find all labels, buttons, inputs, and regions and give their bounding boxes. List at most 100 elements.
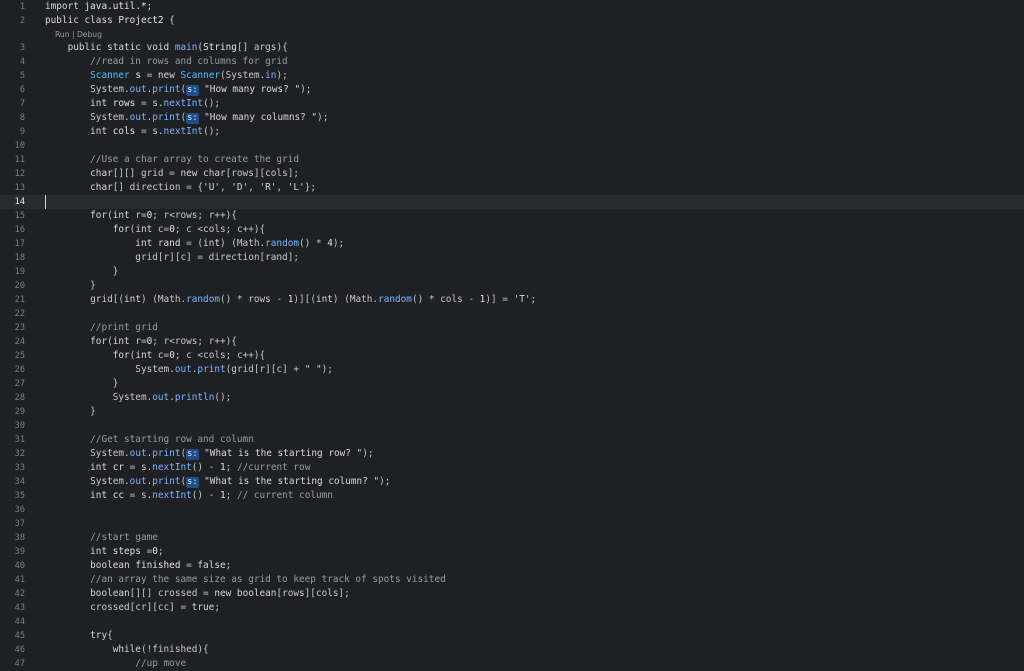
code-token: cc	[112, 490, 125, 501]
code-line[interactable]: 36	[0, 503, 1024, 517]
code-token: main	[174, 42, 198, 53]
code-line[interactable]: 35 int cc = s.nextInt() - 1; // current …	[0, 489, 1024, 503]
code-token: ;	[225, 560, 232, 571]
code-line[interactable]: 10	[0, 139, 1024, 153]
code-line[interactable]: 13 char[] direction = {'U', 'D', 'R', 'L…	[0, 181, 1024, 195]
code-line[interactable]: 34 System.out.print(s: "What is the star…	[0, 475, 1024, 489]
code-line[interactable]: 37	[0, 517, 1024, 531]
code-token: out	[174, 364, 192, 375]
code-line[interactable]: 26 System.out.print(grid[r][c] + " ");	[0, 363, 1024, 377]
code-token: ;	[157, 546, 164, 557]
code-line[interactable]: 33 int cr = s.nextInt() - 1; //current r…	[0, 461, 1024, 475]
line-number: 22	[14, 309, 25, 319]
code-line[interactable]: 17 int rand = (int) (Math.random() * 4);	[0, 237, 1024, 251]
code-token: //print grid	[45, 322, 158, 333]
code-token: import	[45, 1, 85, 12]
code-line[interactable]: 40 boolean finished = false;	[0, 559, 1024, 573]
line-number: 9	[19, 127, 25, 137]
code-line[interactable]: 22	[0, 307, 1024, 321]
codelens-run-debug[interactable]: Run | Debug	[55, 29, 102, 41]
code-token: out	[129, 84, 147, 95]
code-token: println	[174, 392, 215, 403]
code-text: int cr = s.nextInt() - 1; //current row	[45, 461, 310, 475]
code-token: () * cols -	[411, 294, 480, 305]
code-token: Scanner	[45, 70, 136, 81]
code-token: //Get starting row and column	[45, 434, 254, 445]
code-line[interactable]: 18 grid[r][c] = direction[rand];	[0, 251, 1024, 265]
code-token: ,	[219, 182, 232, 193]
code-line[interactable]: 31 //Get starting row and column	[0, 433, 1024, 447]
code-line[interactable]: 43 crossed[cr][cc] = true;	[0, 601, 1024, 615]
code-token: {	[107, 630, 113, 641]
code-token: new	[157, 70, 181, 81]
code-line[interactable]: 46 while(!finished){	[0, 643, 1024, 657]
code-line[interactable]: 5 Scanner s = new Scanner(System.in);	[0, 69, 1024, 83]
code-line[interactable]: 32 System.out.print(s: "What is the star…	[0, 447, 1024, 461]
parameter-hint: s:	[186, 113, 199, 124]
code-token: int	[203, 238, 220, 249]
code-line[interactable]: 38 //start game	[0, 531, 1024, 545]
code-text: //Get starting row and column	[45, 433, 254, 447]
code-line[interactable]: 14	[0, 195, 1024, 209]
code-token: false	[197, 560, 226, 571]
code-token: [][] crossed =	[129, 588, 215, 599]
code-line[interactable]: 21 grid[(int) (Math.random() * rows - 1)…	[0, 293, 1024, 307]
code-token: new boolean	[214, 588, 277, 599]
code-token: out	[129, 112, 147, 123]
code-line[interactable]: 16 for(int c=0; c <cols; c++){	[0, 223, 1024, 237]
line-number: 43	[14, 603, 25, 613]
code-line[interactable]: 15 for(int r=0; r<rows; r++){	[0, 209, 1024, 223]
code-token: Project2	[118, 15, 164, 26]
code-token: // current column	[236, 490, 333, 501]
line-number: 25	[14, 351, 25, 361]
code-line[interactable]: 20 }	[0, 279, 1024, 293]
code-line[interactable]: 11 //Use a char array to create the grid	[0, 153, 1024, 167]
code-line[interactable]: 12 char[][] grid = new char[rows][cols];	[0, 167, 1024, 181]
code-token: c=	[157, 224, 170, 235]
code-line[interactable]: 27 }	[0, 377, 1024, 391]
code-line[interactable]: 8 System.out.print(s: "How many columns?…	[0, 111, 1024, 125]
code-token: [rows][cols];	[276, 588, 350, 599]
code-line[interactable]: 30	[0, 419, 1024, 433]
code-line[interactable]: 25 for(int c=0; c <cols; c++){	[0, 349, 1024, 363]
line-number: 13	[14, 183, 25, 193]
code-token: 'T'	[513, 294, 531, 305]
code-token: int	[315, 294, 333, 305]
code-line[interactable]: 3 public static void main(String[] args)…	[0, 41, 1024, 55]
code-editor[interactable]: 1 import java.util.*; 2 public class Projec…	[0, 0, 1024, 669]
code-text: }	[45, 405, 96, 419]
code-line[interactable]: 1 import java.util.*;	[0, 0, 1024, 14]
code-line[interactable]: 23 //print grid	[0, 321, 1024, 335]
code-text: int rand = (int) (Math.random() * 4);	[45, 237, 344, 251]
code-line[interactable]: 44	[0, 615, 1024, 629]
line-number: 32	[14, 449, 25, 459]
code-line[interactable]: 45 try{	[0, 629, 1024, 643]
code-line[interactable]: 6 System.out.print(s: "How many rows? ")…	[0, 83, 1024, 97]
code-token: Scanner	[180, 70, 220, 81]
code-line[interactable]: 2 public class Project2 {	[0, 14, 1024, 28]
code-line[interactable]: 19 }	[0, 265, 1024, 279]
code-line[interactable]: 47 //up move	[0, 657, 1024, 671]
code-text: crossed[cr][cc] = true;	[45, 601, 220, 615]
code-line[interactable]: 42 boolean[][] crossed = new boolean[row…	[0, 587, 1024, 601]
code-line[interactable]: 29 }	[0, 405, 1024, 419]
code-line[interactable]: 4 //read in rows and columns for grid	[0, 55, 1024, 69]
code-line[interactable]: 28 System.out.println();	[0, 391, 1024, 405]
code-token: ();	[203, 98, 220, 109]
line-number: 40	[14, 561, 25, 571]
line-number: 14	[14, 197, 25, 207]
code-line[interactable]: 24 for(int r=0; r<rows; r++){	[0, 335, 1024, 349]
code-line[interactable]: 39 int steps =0;	[0, 545, 1024, 559]
code-line[interactable]: 9 int cols = s.nextInt();	[0, 125, 1024, 139]
code-line[interactable]: 41 //an array the same size as grid to k…	[0, 573, 1024, 587]
code-text: boolean[][] crossed = new boolean[rows][…	[45, 587, 350, 601]
code-line[interactable]: 7 int rows = s.nextInt();	[0, 97, 1024, 111]
code-token: in	[265, 70, 277, 81]
code-text: //start game	[45, 531, 158, 545]
line-number: 5	[19, 71, 25, 81]
line-number: 6	[19, 85, 25, 95]
line-number: 15	[14, 211, 25, 221]
code-token: boolean	[45, 560, 136, 571]
code-token: cr	[112, 462, 125, 473]
code-token: rows	[112, 98, 136, 109]
